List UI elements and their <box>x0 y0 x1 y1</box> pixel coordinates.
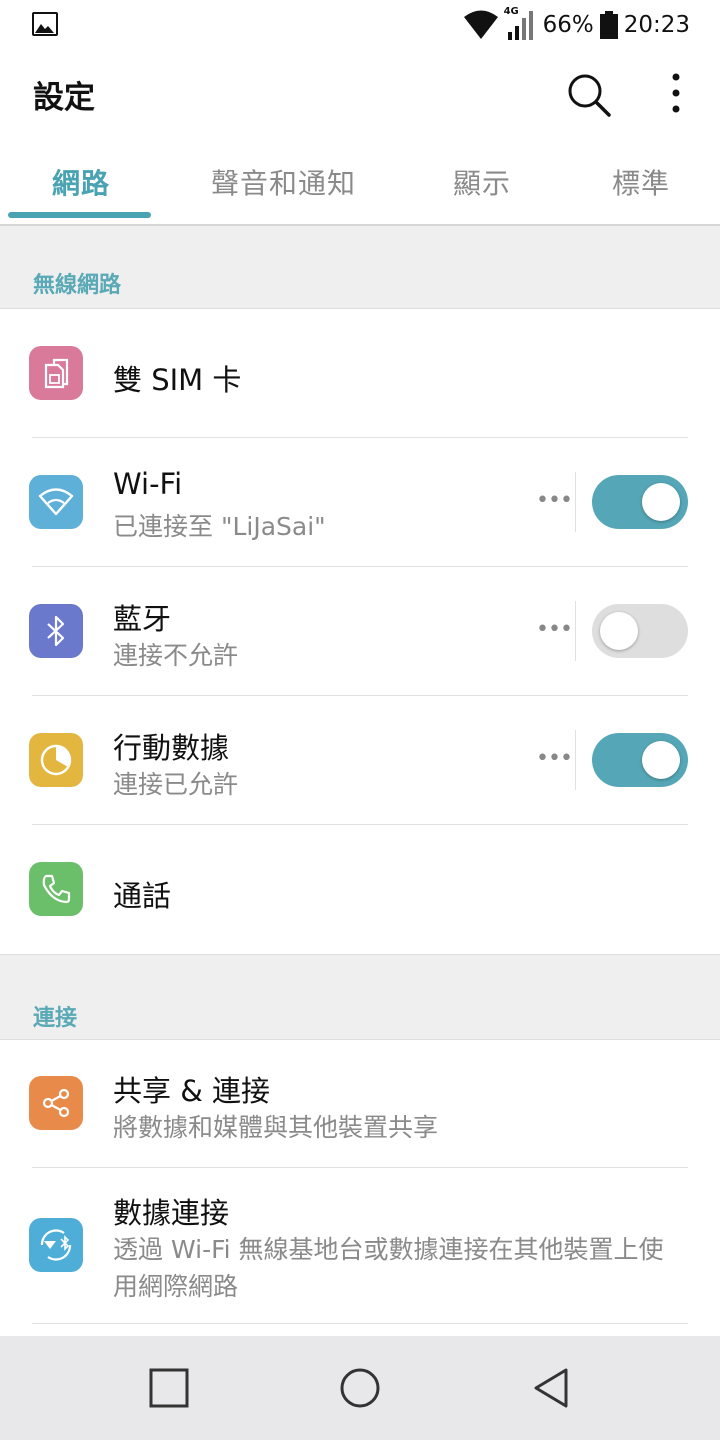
vertical-divider <box>575 730 576 790</box>
navigation-bar <box>0 1336 720 1440</box>
section-header-connect: 連接 <box>0 954 720 1040</box>
wifi-icon <box>29 475 83 529</box>
item-subtitle: 將數據和媒體與其他裝置共享 <box>113 1113 439 1142</box>
tab-network[interactable]: 網路 <box>52 162 110 202</box>
recents-button[interactable] <box>147 1366 191 1410</box>
back-button[interactable] <box>530 1366 574 1410</box>
tab-bar: 網路 聲音和通知 顯示 標準 <box>0 138 720 226</box>
bluetooth-more-button[interactable]: ••• <box>536 617 573 642</box>
share-icon <box>29 1076 83 1130</box>
phone-icon <box>29 862 83 916</box>
item-subtitle: 已連接至 "LiJaSai" <box>113 512 326 541</box>
more-vert-icon <box>672 73 680 113</box>
tab-display[interactable]: 顯示 <box>453 162 511 202</box>
list-item-wifi[interactable]: Wi-Fi 已連接至 "LiJaSai" ••• <box>0 438 720 567</box>
item-title: 共享 & 連接 <box>113 1074 271 1108</box>
tab-sound-notifications[interactable]: 聲音和通知 <box>211 162 356 202</box>
page-title: 設定 <box>33 80 95 116</box>
app-bar: 設定 <box>0 50 720 138</box>
mobile-data-toggle[interactable] <box>592 733 688 787</box>
list-item-mobile-data[interactable]: 行動數據 連接已允許 ••• <box>0 696 720 825</box>
battery-icon <box>599 11 618 39</box>
search-button[interactable] <box>562 68 616 122</box>
vertical-divider <box>575 472 576 532</box>
list-item-bluetooth[interactable]: 藍牙 連接不允許 ••• <box>0 567 720 696</box>
home-icon <box>340 1368 380 1408</box>
tab-general[interactable]: 標準 <box>612 162 670 202</box>
overflow-menu-button[interactable] <box>656 68 696 122</box>
list-item-share-connect[interactable]: 共享 & 連接 將數據和媒體與其他裝置共享 <box>0 1039 720 1168</box>
bluetooth-icon <box>29 604 83 658</box>
gallery-notification-icon <box>32 12 58 36</box>
sim-card-icon <box>29 346 83 400</box>
wifi-toggle[interactable] <box>592 475 688 529</box>
item-title: 雙 SIM 卡 <box>113 363 242 397</box>
wifi-signal-icon <box>463 10 498 39</box>
item-title: Wi-Fi <box>113 467 183 501</box>
item-title: 通話 <box>113 879 172 913</box>
item-subtitle: 連接已允許 <box>113 770 239 799</box>
wifi-more-button[interactable]: ••• <box>536 488 573 513</box>
item-subtitle: 透過 Wi-Fi 無線基地台或數據連接在其他裝置上使用網際網路 <box>113 1235 664 1301</box>
home-button[interactable] <box>338 1366 382 1410</box>
cellular-signal-icon: 4G <box>504 6 537 40</box>
list-item-dual-sim[interactable]: 雙 SIM 卡 <box>0 309 720 438</box>
tethering-icon <box>29 1218 83 1272</box>
item-title: 行動數據 <box>113 731 230 765</box>
vertical-divider <box>575 601 576 661</box>
item-title: 數據連接 <box>113 1196 230 1230</box>
section-title: 無線網路 <box>33 273 122 298</box>
toggle-knob <box>642 741 680 779</box>
back-icon <box>534 1368 568 1408</box>
toggle-knob <box>600 612 638 650</box>
clock: 20:23 <box>623 12 690 38</box>
item-subtitle: 連接不允許 <box>113 641 239 670</box>
list-item-call[interactable]: 通話 <box>0 825 720 954</box>
divider <box>32 1323 688 1324</box>
status-bar: 4G 66% 20:23 <box>0 0 720 50</box>
section-header-wireless: 無線網路 <box>0 226 720 309</box>
active-tab-indicator <box>8 212 151 218</box>
recents-icon <box>149 1368 189 1408</box>
search-icon <box>568 74 611 117</box>
mobile-data-icon <box>29 733 83 787</box>
bluetooth-toggle[interactable] <box>592 604 688 658</box>
battery-percent: 66% <box>542 12 594 38</box>
toggle-knob <box>642 483 680 521</box>
section-title: 連接 <box>33 1006 78 1031</box>
mobile-data-more-button[interactable]: ••• <box>536 746 573 771</box>
list-item-tethering[interactable]: 數據連接 透過 Wi-Fi 無線基地台或數據連接在其他裝置上使用網際網路 <box>0 1168 720 1324</box>
item-title: 藍牙 <box>113 602 172 636</box>
